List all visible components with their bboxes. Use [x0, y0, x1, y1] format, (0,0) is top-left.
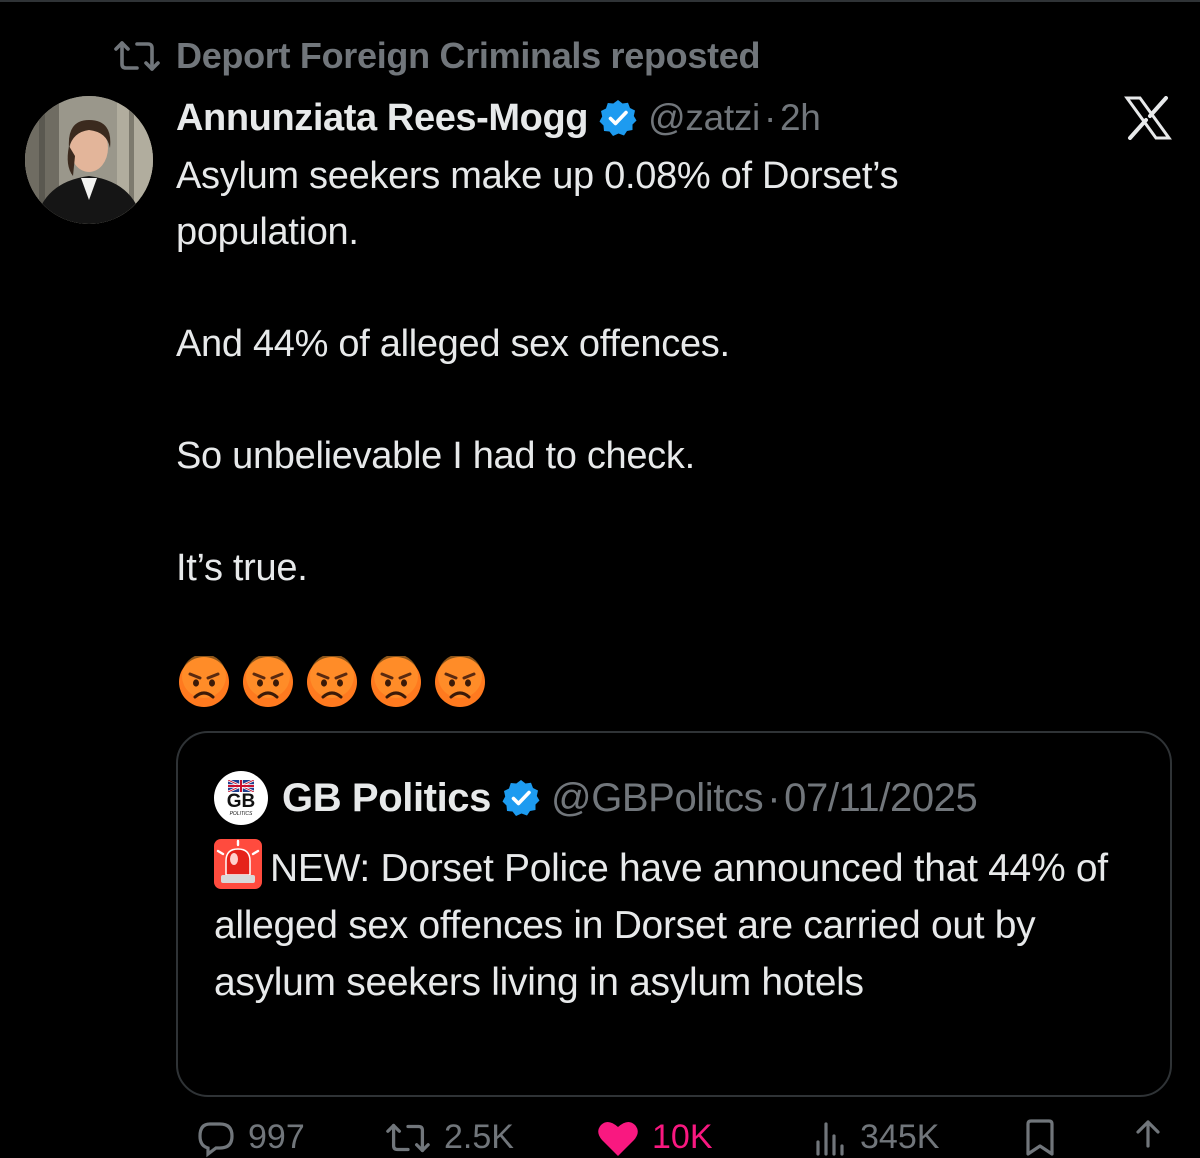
angry-face-emoji-icon — [243, 656, 293, 707]
quoted-post-date[interactable]: 07/11/2025 — [784, 776, 978, 821]
angry-face-emoji-icon — [435, 656, 485, 707]
repost-icon — [114, 41, 160, 71]
author-name[interactable]: Annunziata Rees-Mogg — [176, 97, 589, 140]
bookmark-button[interactable] — [1022, 1118, 1058, 1158]
quoted-tweet-text: NEW: Dorset Police have announced that 4… — [214, 839, 1144, 1011]
siren-icon — [214, 839, 262, 889]
action-bar: 997 2.5K 10K 345K — [176, 1118, 1176, 1158]
quoted-tweet-card[interactable]: GB POLITICS GB Politics @GBPolitcs · 07/… — [176, 731, 1172, 1097]
tweet-text: Asylum seekers make up 0.08% of Dorset’s… — [176, 148, 1076, 596]
verified-badge-icon — [599, 100, 637, 136]
quoted-tweet-header: GB POLITICS GB Politics @GBPolitcs · 07/… — [214, 771, 978, 825]
quoted-avatar-text: GB — [226, 790, 256, 812]
tweet-line: It’s true. — [176, 547, 308, 589]
repost-context[interactable]: Deport Foreign Criminals reposted — [112, 34, 761, 78]
reply-button[interactable]: 997 — [196, 1118, 305, 1158]
post-time[interactable]: 2h — [780, 97, 821, 139]
tweet-header: Annunziata Rees-Mogg @zatzi · 2h — [176, 92, 821, 144]
reply-count: 997 — [248, 1118, 305, 1156]
tweet-line: Asylum seekers make up 0.08% of Dorset’s… — [176, 155, 899, 253]
emoji-row — [178, 656, 486, 710]
like-button[interactable]: 10K — [596, 1118, 713, 1158]
angry-face-emoji-icon — [371, 656, 421, 707]
bookmark-icon — [1026, 1119, 1054, 1156]
reply-icon — [198, 1122, 234, 1158]
meta-separator: · — [767, 775, 781, 820]
angry-face-emoji-icon — [179, 656, 229, 707]
like-count: 10K — [652, 1118, 713, 1156]
repost-icon — [386, 1123, 430, 1153]
views-count: 345K — [860, 1118, 940, 1156]
share-icon — [1136, 1120, 1160, 1148]
x-logo-icon[interactable] — [1120, 90, 1176, 146]
meta-separator: · — [763, 97, 776, 138]
quoted-text: NEW: Dorset Police have announced that 4… — [214, 847, 1108, 1004]
verified-badge-icon — [502, 780, 540, 816]
views-button[interactable]: 345K — [812, 1118, 939, 1158]
author-handle[interactable]: @zatzi — [648, 97, 760, 139]
repost-button[interactable]: 2.5K — [384, 1118, 514, 1158]
repost-count: 2.5K — [444, 1118, 514, 1156]
tweet-line: And 44% of alleged sex offences. — [176, 323, 730, 365]
angry-face-emoji-icon — [307, 656, 357, 707]
share-button[interactable] — [1130, 1118, 1166, 1158]
quoted-avatar-subtext: POLITICS — [229, 810, 253, 817]
union-flag-icon — [228, 779, 254, 792]
heart-icon — [598, 1121, 638, 1156]
quoted-author-handle[interactable]: @GBPolitcs — [551, 776, 764, 821]
tweet-line: So unbelievable I had to check. — [176, 435, 695, 477]
views-icon — [816, 1122, 844, 1156]
top-divider — [0, 0, 1200, 2]
quoted-author-name[interactable]: GB Politics — [282, 776, 491, 821]
author-avatar[interactable] — [25, 96, 153, 224]
repost-text: Deport Foreign Criminals reposted — [176, 35, 761, 76]
quoted-author-avatar[interactable]: GB POLITICS — [214, 771, 268, 825]
avatar-image — [25, 96, 153, 224]
